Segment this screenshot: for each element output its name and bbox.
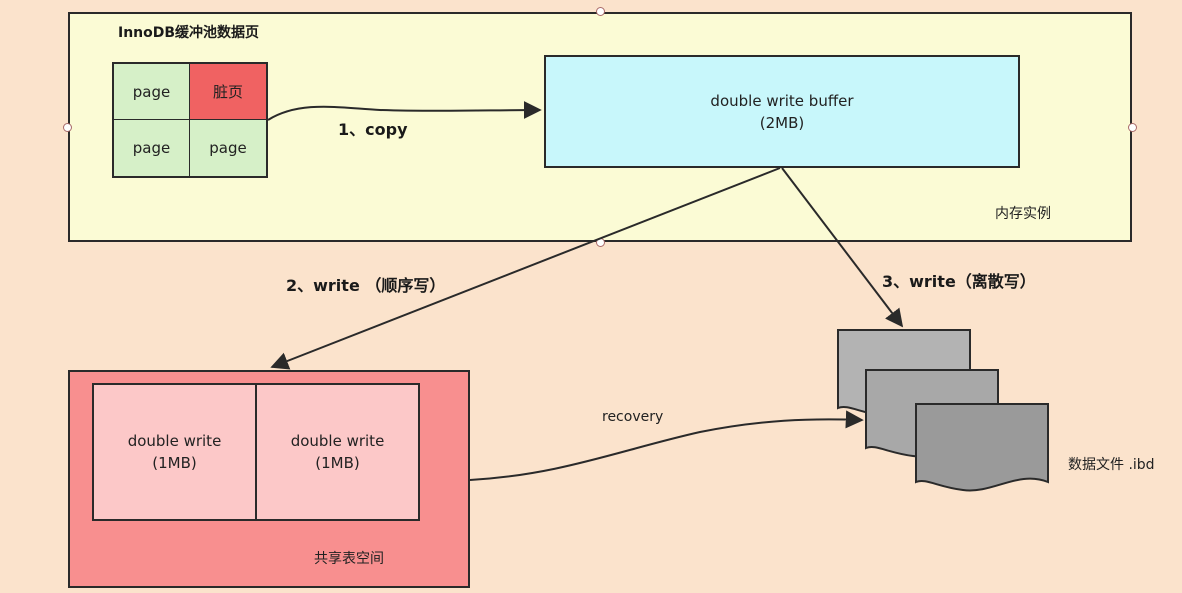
write-sequential-arrow xyxy=(270,167,781,370)
diagram-connectors xyxy=(267,101,1049,492)
recovery-arrow xyxy=(469,410,864,481)
data-file-icon xyxy=(915,403,1049,492)
write-scatter-arrow xyxy=(781,167,904,328)
copy-arrow xyxy=(267,101,542,121)
